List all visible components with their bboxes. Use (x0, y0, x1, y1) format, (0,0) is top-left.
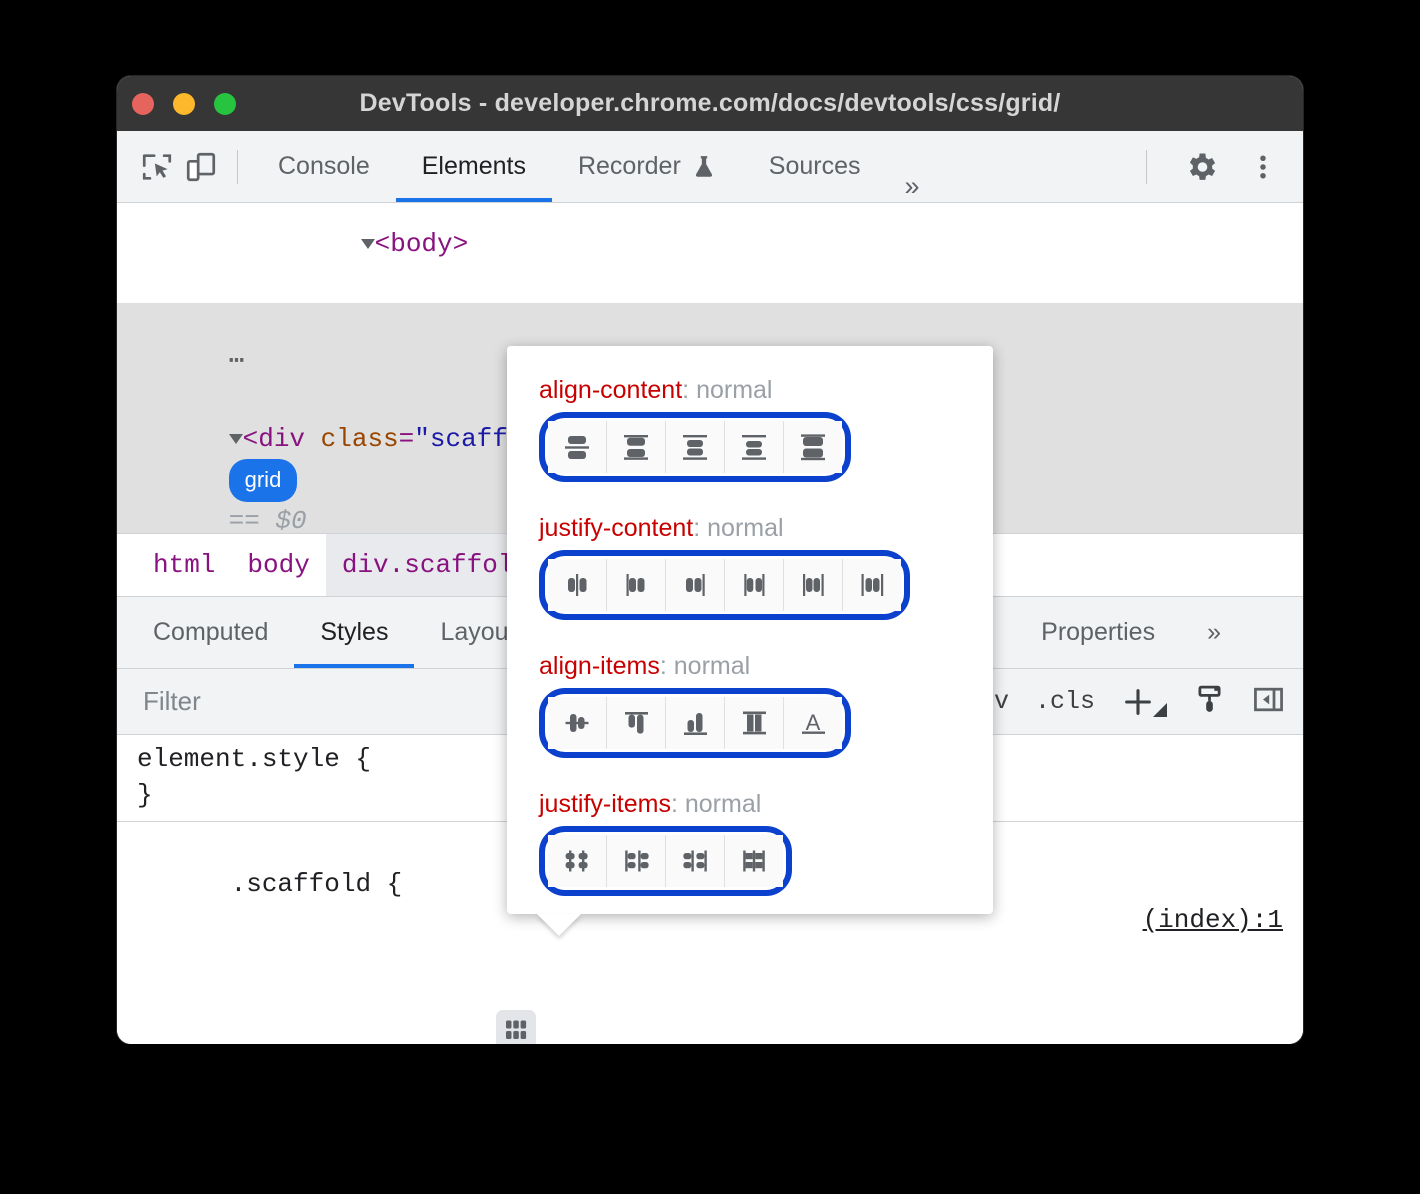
dom-selected-suffix: == $0 (229, 506, 307, 533)
align-content-space-between-icon[interactable] (725, 421, 784, 473)
toggle-sidebar-button[interactable] (1252, 683, 1285, 721)
dom-row-body[interactable]: <body> (117, 203, 1303, 303)
align-content-property: align-content (539, 376, 682, 404)
tab-computed[interactable]: Computed (127, 597, 294, 668)
devtools-panel-tabs: Console Elements Recorder Sources » (252, 131, 938, 202)
tab-elements-label: Elements (422, 152, 526, 181)
devtools-toolbar-right (1132, 145, 1285, 189)
popup-group-justify-items: justify-items: normal (507, 758, 993, 896)
justify-items-stretch-icon[interactable] (725, 835, 783, 887)
justify-items-value: normal (685, 790, 761, 818)
breadcrumb-item-body[interactable]: body (231, 534, 325, 596)
svg-text:A: A (806, 710, 821, 735)
minimize-window-button[interactable] (173, 93, 195, 115)
align-content-label: align-content: normal (539, 376, 993, 405)
collapse-triangle-icon[interactable] (229, 434, 243, 444)
flask-icon (691, 153, 717, 181)
window-title-bar: DevTools - developer.chrome.com/docs/dev… (117, 76, 1303, 131)
window-title: DevTools - developer.chrome.com/docs/dev… (117, 89, 1303, 118)
grid-editor-icon[interactable] (496, 1010, 536, 1044)
justify-content-start-icon[interactable] (548, 559, 607, 611)
tab-sources[interactable]: Sources (743, 131, 887, 202)
justify-content-center-icon[interactable] (666, 559, 725, 611)
justify-items-end-icon[interactable] (666, 835, 725, 887)
justify-content-space-around-icon[interactable] (784, 559, 843, 611)
screen-bottom-mask (0, 1044, 1420, 1194)
popup-group-align-items: align-items: normal (507, 620, 993, 758)
grid-badge[interactable]: grid (229, 459, 298, 502)
inspect-cursor-icon[interactable] (135, 145, 179, 189)
align-content-end-icon[interactable] (607, 421, 666, 473)
new-style-rule-button[interactable] (1121, 685, 1167, 719)
align-content-value: normal (696, 376, 772, 404)
tab-properties[interactable]: Properties (1015, 597, 1181, 668)
toolbar-divider-right (1146, 150, 1147, 184)
tab-console[interactable]: Console (252, 131, 396, 202)
align-items-value: normal (674, 652, 750, 680)
justify-content-end-icon[interactable] (607, 559, 666, 611)
justify-items-center-icon[interactable] (548, 835, 607, 887)
tab-recorder[interactable]: Recorder (552, 131, 743, 202)
computed-styles-sidebar-button[interactable] (1193, 683, 1226, 721)
toolbar-divider (237, 150, 238, 184)
align-content-space-around-icon[interactable] (784, 421, 842, 473)
styles-tools: :hov .cls (949, 683, 1285, 721)
justify-content-label: justify-content: normal (539, 514, 993, 543)
align-items-baseline-icon[interactable]: A (784, 697, 842, 749)
expand-triangle-icon[interactable] (361, 239, 375, 249)
align-items-stretch-icon[interactable] (725, 697, 784, 749)
justify-items-start-icon[interactable] (607, 835, 666, 887)
justify-content-property: justify-content (539, 514, 693, 542)
justify-content-space-between-icon[interactable] (725, 559, 784, 611)
grid-editor-popup[interactable]: align-content: normal (507, 346, 993, 914)
popup-pointer (537, 914, 581, 936)
popup-group-align-content: align-content: normal (507, 346, 993, 482)
justify-items-property: justify-items (539, 790, 671, 818)
dom-ellipsis-icon[interactable]: ⋯ (229, 346, 245, 376)
justify-content-value: normal (707, 514, 783, 542)
declaration-display[interactable]: display: grid; (117, 974, 1303, 1044)
tab-recorder-label: Recorder (578, 152, 681, 181)
align-items-label: align-items: normal (539, 652, 993, 681)
maximize-window-button[interactable] (214, 93, 236, 115)
breadcrumb-item-html[interactable]: html (137, 534, 231, 596)
rule-origin-link[interactable]: (index):1 (1143, 902, 1283, 938)
tab-styles[interactable]: Styles (294, 597, 414, 668)
filter-input[interactable]: Filter (135, 686, 201, 717)
justify-content-space-evenly-icon[interactable] (843, 559, 901, 611)
tab-sources-label: Sources (769, 152, 861, 181)
align-content-options[interactable] (539, 412, 851, 482)
gear-icon[interactable] (1179, 145, 1223, 189)
devtools-toolbar: Console Elements Recorder Sources » (117, 131, 1303, 203)
close-window-button[interactable] (132, 93, 154, 115)
styles-tabs-overflow-button[interactable]: » (1181, 597, 1247, 668)
element-classes-button[interactable]: .cls (1035, 687, 1095, 716)
window-controls (132, 93, 236, 115)
align-items-center-icon[interactable] (548, 697, 607, 749)
devtools-window: DevTools - developer.chrome.com/docs/dev… (117, 76, 1303, 1044)
align-items-end-icon[interactable] (666, 697, 725, 749)
align-content-center-icon[interactable] (666, 421, 725, 473)
device-toolbar-icon[interactable] (179, 145, 223, 189)
justify-items-options[interactable] (539, 826, 792, 896)
tabs-overflow-button[interactable]: » (887, 171, 938, 202)
three-dot-menu-icon[interactable] (1241, 145, 1285, 189)
align-items-property: align-items (539, 652, 660, 680)
justify-items-label: justify-items: normal (539, 790, 993, 819)
tab-console-label: Console (278, 152, 370, 181)
popup-group-justify-content: justify-content: normal (507, 482, 993, 620)
align-items-options[interactable]: A (539, 688, 851, 758)
tab-elements[interactable]: Elements (396, 131, 552, 202)
align-content-start-icon[interactable] (548, 421, 607, 473)
dom-row-body-text: <body> (375, 229, 469, 259)
justify-content-options[interactable] (539, 550, 910, 620)
align-items-start-icon[interactable] (607, 697, 666, 749)
rule-scaffold-selector[interactable]: .scaffold { (231, 869, 403, 899)
